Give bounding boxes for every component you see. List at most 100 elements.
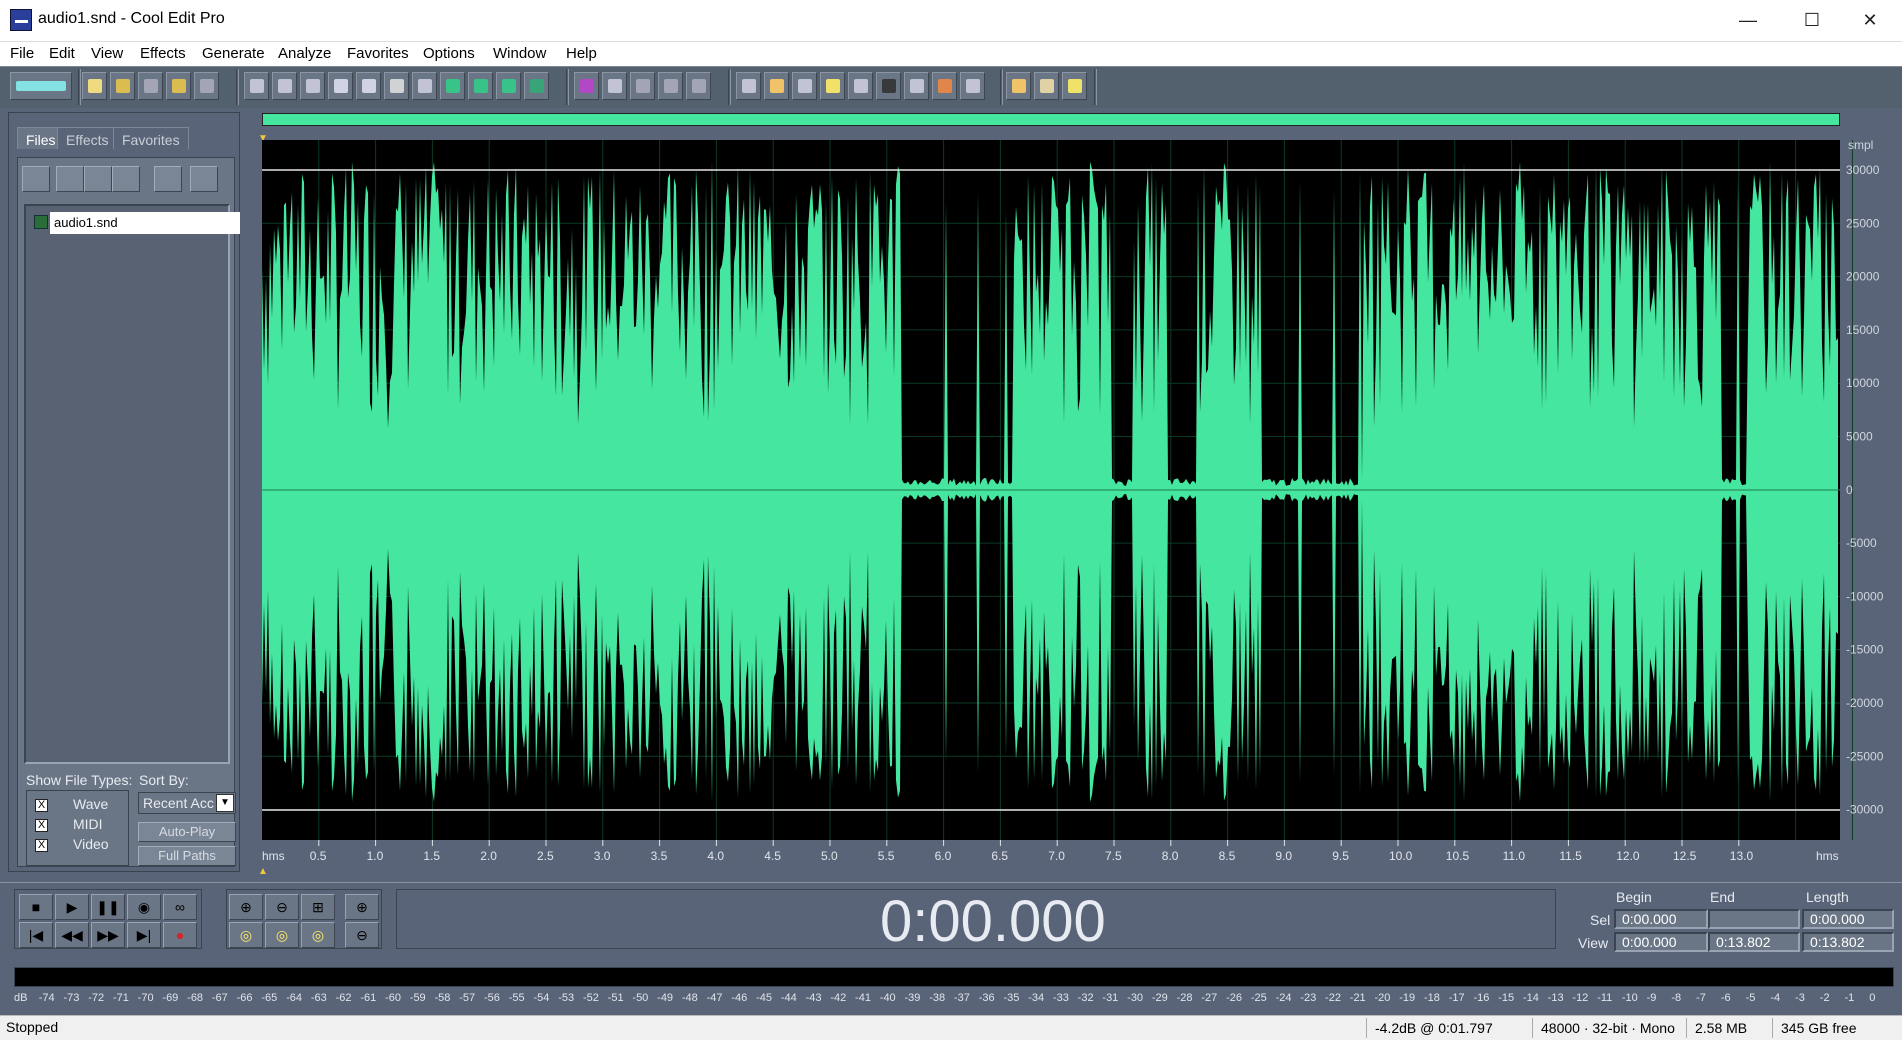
script-icon[interactable] <box>1034 72 1059 100</box>
props-icon[interactable] <box>792 72 817 100</box>
view-length-field[interactable]: 0:13.802 <box>1802 932 1894 952</box>
maximize-button[interactable]: ☐ <box>1784 0 1840 40</box>
color-icon[interactable] <box>932 72 957 100</box>
close-file-icon[interactable] <box>56 166 84 192</box>
envelope-icon[interactable] <box>574 72 599 100</box>
sort-by-select[interactable]: Recent Acc ▼ <box>138 792 236 814</box>
zoom-out-vertical-button[interactable]: ⊖ <box>345 922 379 948</box>
play-to-end-button[interactable]: ◉ <box>127 894 161 920</box>
save-all-button[interactable] <box>166 72 191 100</box>
play-circle-icon: ◉ <box>137 899 151 915</box>
zoom-selection-button[interactable]: ◎ <box>301 922 335 948</box>
rewind-button[interactable]: ◀◀ <box>55 922 89 948</box>
level-tick-label: -73 <box>63 992 80 1004</box>
menu-edit[interactable]: Edit <box>49 45 75 62</box>
spectral-icon[interactable] <box>630 72 655 100</box>
go-to-start-button[interactable]: |◀ <box>19 922 53 948</box>
level-tick-label: -32 <box>1077 992 1094 1004</box>
mix-paste-icon[interactable] <box>468 72 493 100</box>
stop-button[interactable]: ■ <box>19 894 53 920</box>
pause-button[interactable]: ❚❚ <box>91 894 125 920</box>
waveform-display[interactable]: smpl 30000 25000 20000 15000 10000 5000 0 -5000 -… <box>262 140 1902 867</box>
copy-new-icon[interactable] <box>356 72 381 100</box>
trim-icon[interactable] <box>496 72 521 100</box>
full-paths-button[interactable]: Full Paths <box>138 846 236 866</box>
y-tick-label: -10000 <box>1846 589 1884 603</box>
menu-window[interactable]: Window <box>493 45 546 62</box>
zoom-in-vertical-button[interactable]: ⊕ <box>345 894 379 920</box>
chevron-down-icon[interactable]: ▼ <box>216 794 234 812</box>
paste-new-icon[interactable] <box>440 72 465 100</box>
cut-icon[interactable] <box>384 72 409 100</box>
play-icon[interactable] <box>820 72 845 100</box>
wave-file-icon <box>34 215 48 229</box>
wave-checkbox[interactable]: X <box>35 799 48 812</box>
overview-bar[interactable] <box>262 113 1840 126</box>
undo-icon[interactable] <box>244 72 269 100</box>
menu-file[interactable]: File <box>10 45 34 62</box>
menu-options[interactable]: Options <box>423 45 475 62</box>
paste-icon[interactable] <box>412 72 437 100</box>
view-begin-field[interactable]: 0:00.000 <box>1614 932 1708 952</box>
end-marker-icon[interactable]: ▲ <box>258 866 268 877</box>
time-icon[interactable] <box>876 72 901 100</box>
open-file-button[interactable] <box>110 72 135 100</box>
menu-favorites[interactable]: Favorites <box>347 45 409 62</box>
cue-icon[interactable] <box>686 72 711 100</box>
loop-button[interactable]: ∞ <box>163 894 197 920</box>
settings-icon[interactable] <box>1006 72 1031 100</box>
edit-file-icon[interactable] <box>112 166 140 192</box>
wave-view-icon[interactable] <box>736 72 761 100</box>
sel-begin-field[interactable]: 0:00.000 <box>1614 909 1708 929</box>
go-to-end-button[interactable]: ▶| <box>127 922 161 948</box>
minimize-button[interactable]: — <box>1720 0 1776 40</box>
open-folder-icon[interactable] <box>22 166 50 192</box>
level-tick-label: -15 <box>1498 992 1515 1004</box>
menu-help[interactable]: Help <box>566 45 597 62</box>
play-selection-icon[interactable] <box>524 72 549 100</box>
level-tick-label: -34 <box>1028 992 1045 1004</box>
insert-icon[interactable] <box>84 166 112 192</box>
markers-icon[interactable] <box>658 72 683 100</box>
sel-length-field[interactable]: 0:00.000 <box>1802 909 1894 929</box>
menu-view[interactable]: View <box>91 45 123 62</box>
analysis-icon[interactable] <box>602 72 627 100</box>
help-icon[interactable] <box>1062 72 1087 100</box>
menu-analyze[interactable]: Analyze <box>278 45 331 62</box>
repeat-icon[interactable] <box>300 72 325 100</box>
play-file-icon[interactable] <box>154 166 182 192</box>
auto-play-button[interactable]: Auto-Play <box>138 822 236 842</box>
batch-button[interactable] <box>194 72 219 100</box>
zoom-full-button[interactable]: ⊞ <box>301 894 335 920</box>
view-end-field[interactable]: 0:13.802 <box>1708 932 1800 952</box>
new-file-button[interactable] <box>82 72 107 100</box>
midi-checkbox[interactable]: X <box>35 819 48 832</box>
zoom-right-button[interactable]: ◎ <box>265 922 299 948</box>
play-button[interactable]: ▶ <box>55 894 89 920</box>
grid-icon[interactable] <box>904 72 929 100</box>
zoom-left-button[interactable]: ◎ <box>229 922 263 948</box>
cd-icon[interactable] <box>764 72 789 100</box>
fast-forward-button[interactable]: ▶▶ <box>91 922 125 948</box>
level-tick-label: -51 <box>607 992 624 1004</box>
redo-icon[interactable] <box>272 72 297 100</box>
menu-generate[interactable]: Generate <box>202 45 265 62</box>
zoom-in-button[interactable]: ⊕ <box>229 894 263 920</box>
save-file-button[interactable] <box>138 72 163 100</box>
zoom-icon[interactable] <box>848 72 873 100</box>
video-checkbox[interactable]: X <box>35 839 48 852</box>
menu-effects[interactable]: Effects <box>140 45 186 62</box>
close-button[interactable]: ✕ <box>1842 0 1898 40</box>
sel-end-field[interactable] <box>1708 909 1800 929</box>
zoom-out-button[interactable]: ⊖ <box>265 894 299 920</box>
tab-effects[interactable]: Effects <box>57 127 118 149</box>
list-item[interactable]: audio1.snd <box>34 212 240 234</box>
toolbar-separator <box>1000 69 1003 105</box>
copy-icon[interactable] <box>328 72 353 100</box>
multitrack-toggle-button[interactable] <box>10 72 72 100</box>
status-icon[interactable] <box>960 72 985 100</box>
level-tick-label: -46 <box>731 992 748 1004</box>
record-button[interactable]: ● <box>163 922 197 948</box>
tab-favorites[interactable]: Favorites <box>113 127 189 149</box>
question-icon[interactable] <box>190 166 218 192</box>
